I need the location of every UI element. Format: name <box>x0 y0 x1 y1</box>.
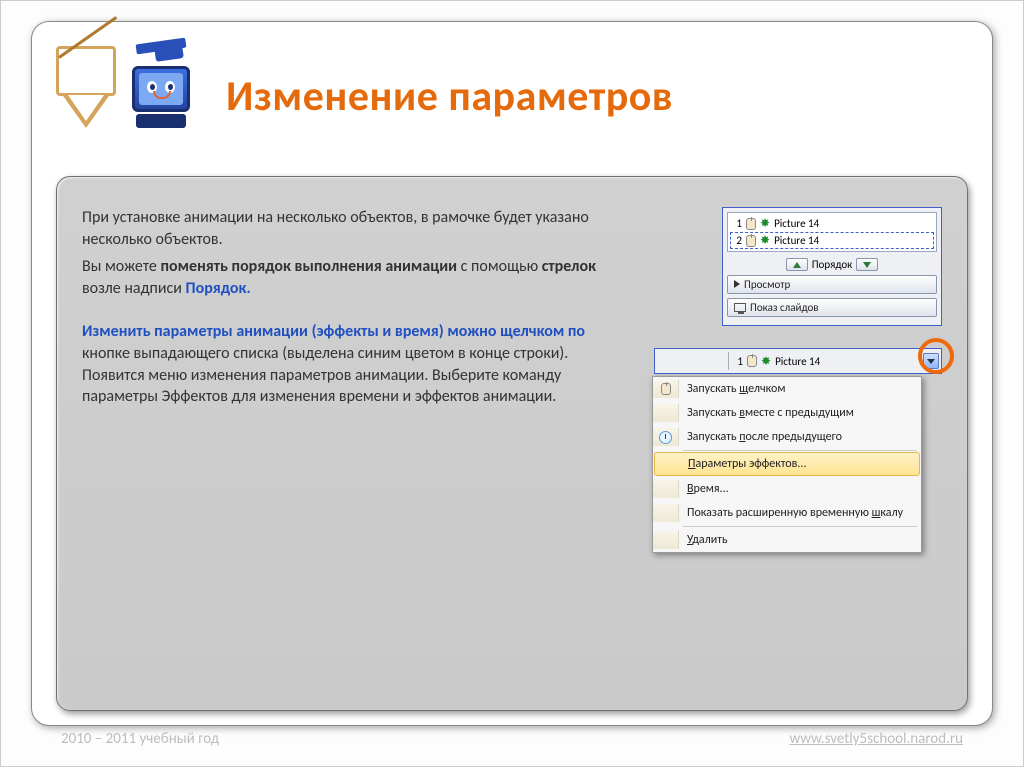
menu-timing[interactable]: Время... <box>653 477 921 501</box>
animation-order-panel: 1 ✸ Picture 14 2 ✸ Picture 14 Порядок <box>722 207 942 326</box>
animation-list: 1 ✸ Picture 14 2 ✸ Picture 14 <box>727 212 937 252</box>
screenshots-column: 1 ✸ Picture 14 2 ✸ Picture 14 Порядок <box>652 207 942 680</box>
mouse-icon <box>746 235 756 247</box>
footer: 2010 – 2011 учебный год www.svetly5schoo… <box>61 730 963 748</box>
animation-row[interactable]: 1 ✸ Picture 14 <box>730 215 934 232</box>
mouse-icon <box>746 218 756 230</box>
slideshow-button[interactable]: Показ слайдов <box>727 298 937 317</box>
move-down-button[interactable] <box>856 258 878 271</box>
screen-icon <box>734 303 746 312</box>
content-box: При установке анимации на несколько объе… <box>56 176 968 711</box>
menu-start-with-previous[interactable]: Запускать вместе с предыдущим <box>653 401 921 425</box>
body-text: При установке анимации на несколько объе… <box>82 207 632 680</box>
menu-delete[interactable]: Удалить <box>653 528 921 552</box>
footer-year: 2010 – 2011 учебный год <box>61 730 219 748</box>
preview-button[interactable]: Просмотр <box>727 275 937 294</box>
effect-icon: ✸ <box>761 354 771 369</box>
slide-title: Изменение параметров <box>226 71 673 122</box>
clipart-teacher-computer <box>51 41 201 151</box>
effect-icon: ✸ <box>760 233 770 248</box>
context-menu-panel: 1 ✸ Picture 14 Запускать щелчком Запуска… <box>652 376 942 553</box>
para-3: Изменить параметры анимации (эффекты и в… <box>82 321 632 407</box>
highlight-circle <box>918 338 954 374</box>
menu-effect-options[interactable]: Параметры эффектов... <box>654 452 920 476</box>
play-icon <box>734 278 740 291</box>
clock-icon <box>659 431 672 444</box>
animation-row-strip: 1 ✸ Picture 14 <box>654 348 942 374</box>
order-label: Порядок <box>812 258 853 271</box>
animation-row[interactable]: 1 ✸ Picture 14 <box>731 353 921 370</box>
effect-icon: ✸ <box>760 216 770 231</box>
move-up-button[interactable] <box>786 258 808 271</box>
mouse-icon <box>661 383 671 395</box>
mouse-icon <box>747 355 757 367</box>
context-menu: Запускать щелчком Запускать вместе с пре… <box>652 376 922 553</box>
menu-start-on-click[interactable]: Запускать щелчком <box>653 377 921 401</box>
menu-show-timeline[interactable]: Показать расширенную временную шкалу <box>653 501 921 525</box>
header: Изменение параметров <box>51 36 973 156</box>
animation-row-selected[interactable]: 2 ✸ Picture 14 <box>730 232 934 249</box>
footer-link[interactable]: www.svetly5school.narod.ru <box>789 730 963 748</box>
menu-start-after-previous[interactable]: Запускать после предыдущего <box>653 425 921 449</box>
para-2: Вы можете поменять порядок выполнения ан… <box>82 256 632 299</box>
para-1: При установке анимации на несколько объе… <box>82 207 632 250</box>
